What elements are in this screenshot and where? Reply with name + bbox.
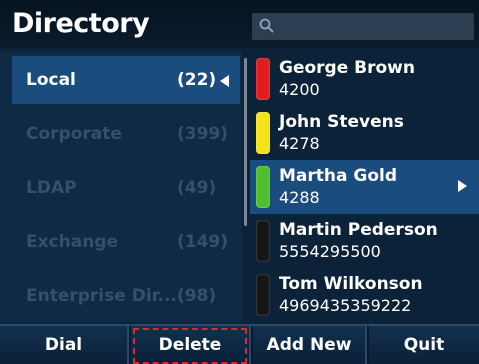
contact-row[interactable]: George Brown 4200 [250, 52, 479, 106]
presence-status-indicator [256, 274, 270, 316]
quit-button[interactable]: Quit [369, 326, 479, 364]
presence-status-indicator [256, 220, 270, 262]
contact-row[interactable]: Martin Pederson 5554295500 [250, 214, 479, 268]
category-count: (98) [177, 286, 217, 306]
category-corporate[interactable]: Corporate (399) [12, 110, 240, 158]
category-count: (22) [177, 70, 217, 90]
category-label: Corporate [26, 124, 122, 144]
contact-name: John Stevens [279, 112, 404, 132]
presence-status-indicator [256, 58, 270, 100]
contact-name: George Brown [279, 58, 415, 78]
scrollbar[interactable] [244, 58, 247, 226]
contact-name: Tom Wilkonson [279, 274, 423, 294]
category-local[interactable]: Local (22) [12, 56, 240, 104]
category-label: LDAP [26, 178, 77, 198]
contact-name: Martha Gold [279, 166, 398, 186]
contact-row[interactable]: Tom Wilkonson 4969435359222 [250, 268, 479, 322]
category-ldap[interactable]: LDAP (49) [12, 164, 240, 212]
category-count: (149) [177, 232, 229, 252]
contact-name: Martin Pederson [279, 220, 438, 240]
chevron-right-icon[interactable] [458, 180, 467, 192]
contact-number: 4288 [279, 188, 320, 207]
category-count: (49) [177, 178, 217, 198]
search-input[interactable] [252, 13, 474, 40]
contact-number: 5554295500 [279, 242, 381, 261]
contact-number: 4969435359222 [279, 296, 412, 315]
add-new-button[interactable]: Add New [253, 326, 367, 364]
presence-status-indicator [256, 166, 270, 208]
selected-arrow-icon [220, 75, 229, 87]
contact-row[interactable]: Martha Gold 4288 [250, 160, 479, 214]
delete-button[interactable]: Delete [131, 326, 251, 364]
contact-list: George Brown 4200 John Stevens 4278 Mart… [250, 52, 479, 322]
softkey-bar: Dial Delete Add New Quit [0, 324, 479, 364]
dial-button[interactable]: Dial [0, 326, 129, 364]
category-label: Exchange [26, 232, 119, 252]
category-enterprise-directory[interactable]: Enterprise Dir... (98) [12, 272, 240, 320]
contact-row[interactable]: John Stevens 4278 [250, 106, 479, 160]
category-label: Local [26, 70, 76, 90]
contact-number: 4278 [279, 134, 320, 153]
search-icon [259, 18, 274, 33]
presence-status-indicator [256, 112, 270, 154]
directory-screen: Directory Local (22) Corporate (399) LDA… [0, 0, 479, 364]
category-count: (399) [177, 124, 229, 144]
header-bar: Directory [0, 0, 479, 48]
category-exchange[interactable]: Exchange (149) [12, 218, 240, 266]
page-title: Directory [12, 8, 150, 39]
category-label: Enterprise Dir... [26, 286, 177, 306]
contact-number: 4200 [279, 80, 320, 99]
directory-category-list: Local (22) Corporate (399) LDAP (49) Exc… [0, 52, 242, 322]
